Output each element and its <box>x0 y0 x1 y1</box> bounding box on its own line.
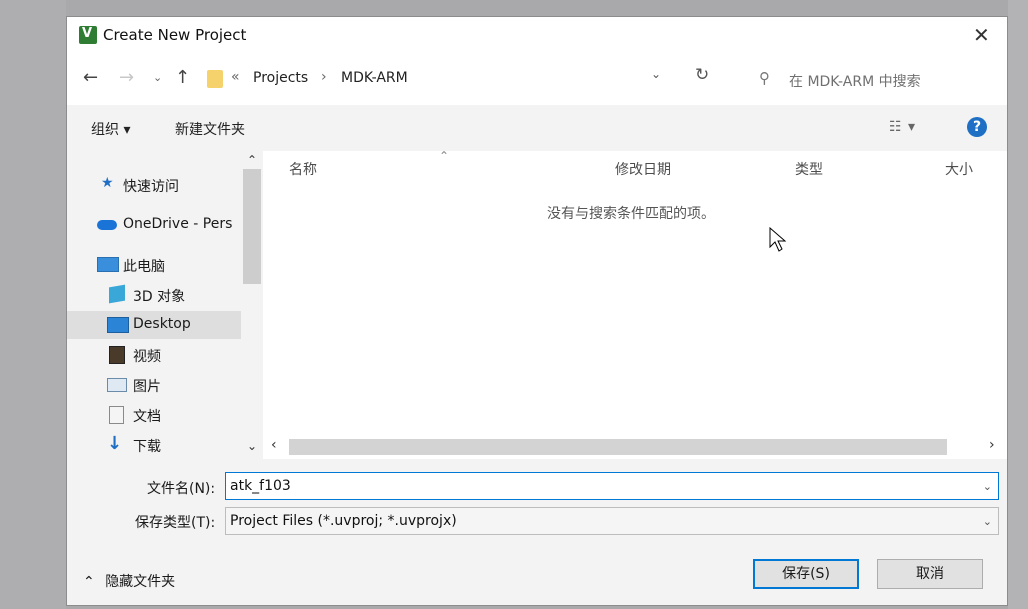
star-icon: ★ <box>101 175 114 191</box>
file-list[interactable]: 名称 ⌃ 修改日期 类型 大小 没有与搜索条件匹配的项。 <box>263 149 1007 459</box>
recent-locations-chevron-icon[interactable]: ⌄ <box>153 71 162 84</box>
overflow-chevron[interactable]: « <box>231 69 240 85</box>
folder-icon <box>207 70 223 88</box>
computer-icon <box>97 257 119 272</box>
cloud-icon <box>97 220 117 230</box>
cube-icon <box>109 284 125 304</box>
scroll-right-icon[interactable]: › <box>989 437 995 453</box>
column-header-type[interactable]: 类型 <box>795 159 823 179</box>
empty-results-message: 没有与搜索条件匹配的项。 <box>547 206 715 222</box>
mouse-cursor-icon <box>769 227 787 252</box>
title-bar: Create New Project ✕ <box>67 17 1007 55</box>
refresh-icon[interactable]: ↻ <box>695 65 709 85</box>
search-placeholder: 在 MDK-ARM 中搜索 <box>789 74 921 90</box>
nav-item-this-pc[interactable]: 此电脑 <box>67 251 241 279</box>
navigation-pane: ★ 快速访问 OneDrive - Pers 此电脑 3D 对象 Desktop… <box>67 151 243 459</box>
hide-folders-toggle[interactable]: ⌃ 隐藏文件夹 <box>83 571 175 591</box>
download-icon: ↓ <box>107 433 123 454</box>
new-folder-button[interactable]: 新建文件夹 <box>175 119 245 139</box>
column-header-size[interactable]: 大小 <box>945 159 973 179</box>
save-button[interactable]: 保存(S) <box>753 559 859 589</box>
nav-item-quick-access[interactable]: ★ 快速访问 <box>67 171 241 199</box>
nav-item-videos[interactable]: 视频 <box>67 341 241 369</box>
up-arrow-icon[interactable]: ↑ <box>175 67 190 88</box>
nav-item-pictures[interactable]: 图片 <box>67 371 241 399</box>
address-row: ← → ⌄ ↑ « Projects › MDK-ARM ⌄ ↻ ⚲ 在 MDK… <box>67 55 1007 105</box>
horizontal-scroll-thumb[interactable] <box>289 439 947 455</box>
create-project-dialog: Create New Project ✕ ← → ⌄ ↑ « Projects … <box>66 16 1008 606</box>
address-bar[interactable]: « Projects › MDK-ARM <box>201 65 671 95</box>
search-box[interactable]: ⚲ 在 MDK-ARM 中搜索 <box>747 65 997 95</box>
column-header-date-modified[interactable]: 修改日期 <box>615 159 671 179</box>
organize-button[interactable]: 组织 ▾ <box>91 119 130 139</box>
forward-arrow-icon[interactable]: → <box>119 67 134 88</box>
cancel-button[interactable]: 取消 <box>877 559 983 589</box>
nav-item-3d-objects[interactable]: 3D 对象 <box>67 281 241 309</box>
nav-item-downloads[interactable]: ↓ 下载 <box>67 431 241 459</box>
filename-dropdown-icon[interactable]: ⌄ <box>983 480 992 493</box>
filetype-label: 保存类型(T): <box>135 515 216 531</box>
dialog-title: Create New Project <box>103 26 247 44</box>
chevron-up-icon: ⌃ <box>83 574 95 590</box>
filename-label: 文件名(N): <box>147 481 216 497</box>
scroll-left-icon[interactable]: ‹ <box>271 437 277 453</box>
horizontal-scrollbar[interactable]: ‹ › <box>263 437 1007 457</box>
address-dropdown-icon[interactable]: ⌄ <box>651 67 661 81</box>
filename-field[interactable]: atk_f103 ⌄ <box>225 472 999 500</box>
navigation-scroll-thumb[interactable] <box>243 169 261 284</box>
breadcrumb-mdk-arm[interactable]: MDK-ARM <box>341 70 408 86</box>
search-icon: ⚲ <box>759 69 770 87</box>
sort-ascending-icon: ⌃ <box>439 149 450 163</box>
scroll-down-icon[interactable]: ⌄ <box>247 439 257 453</box>
nav-item-onedrive[interactable]: OneDrive - Pers <box>67 211 241 239</box>
help-icon[interactable]: ? <box>967 117 987 137</box>
close-icon[interactable]: ✕ <box>973 23 990 47</box>
view-options-icon[interactable]: ☷ ▾ <box>889 119 916 135</box>
filename-value[interactable]: atk_f103 <box>230 478 291 494</box>
scroll-up-icon[interactable]: ⌃ <box>247 153 257 167</box>
filetype-value: Project Files (*.uvproj; *.uvprojx) <box>230 513 457 529</box>
nav-item-desktop[interactable]: Desktop <box>67 311 241 339</box>
document-icon <box>109 406 124 424</box>
filetype-dropdown-icon[interactable]: ⌄ <box>983 515 992 528</box>
picture-icon <box>107 378 127 392</box>
video-icon <box>109 346 125 364</box>
column-header-name[interactable]: 名称 <box>289 159 317 179</box>
back-arrow-icon[interactable]: ← <box>83 67 98 88</box>
breadcrumb-projects[interactable]: Projects <box>253 70 308 86</box>
nav-item-documents[interactable]: 文档 <box>67 401 241 429</box>
toolbar: 组织 ▾ 新建文件夹 ☷ ▾ ? <box>67 105 1007 151</box>
breadcrumb-separator-icon: › <box>321 69 327 85</box>
background-right <box>1008 0 1028 609</box>
background-left <box>0 0 66 609</box>
keil-app-icon <box>79 26 97 44</box>
desktop-icon <box>107 317 129 333</box>
filetype-select[interactable]: Project Files (*.uvproj; *.uvprojx) ⌄ <box>225 507 999 535</box>
